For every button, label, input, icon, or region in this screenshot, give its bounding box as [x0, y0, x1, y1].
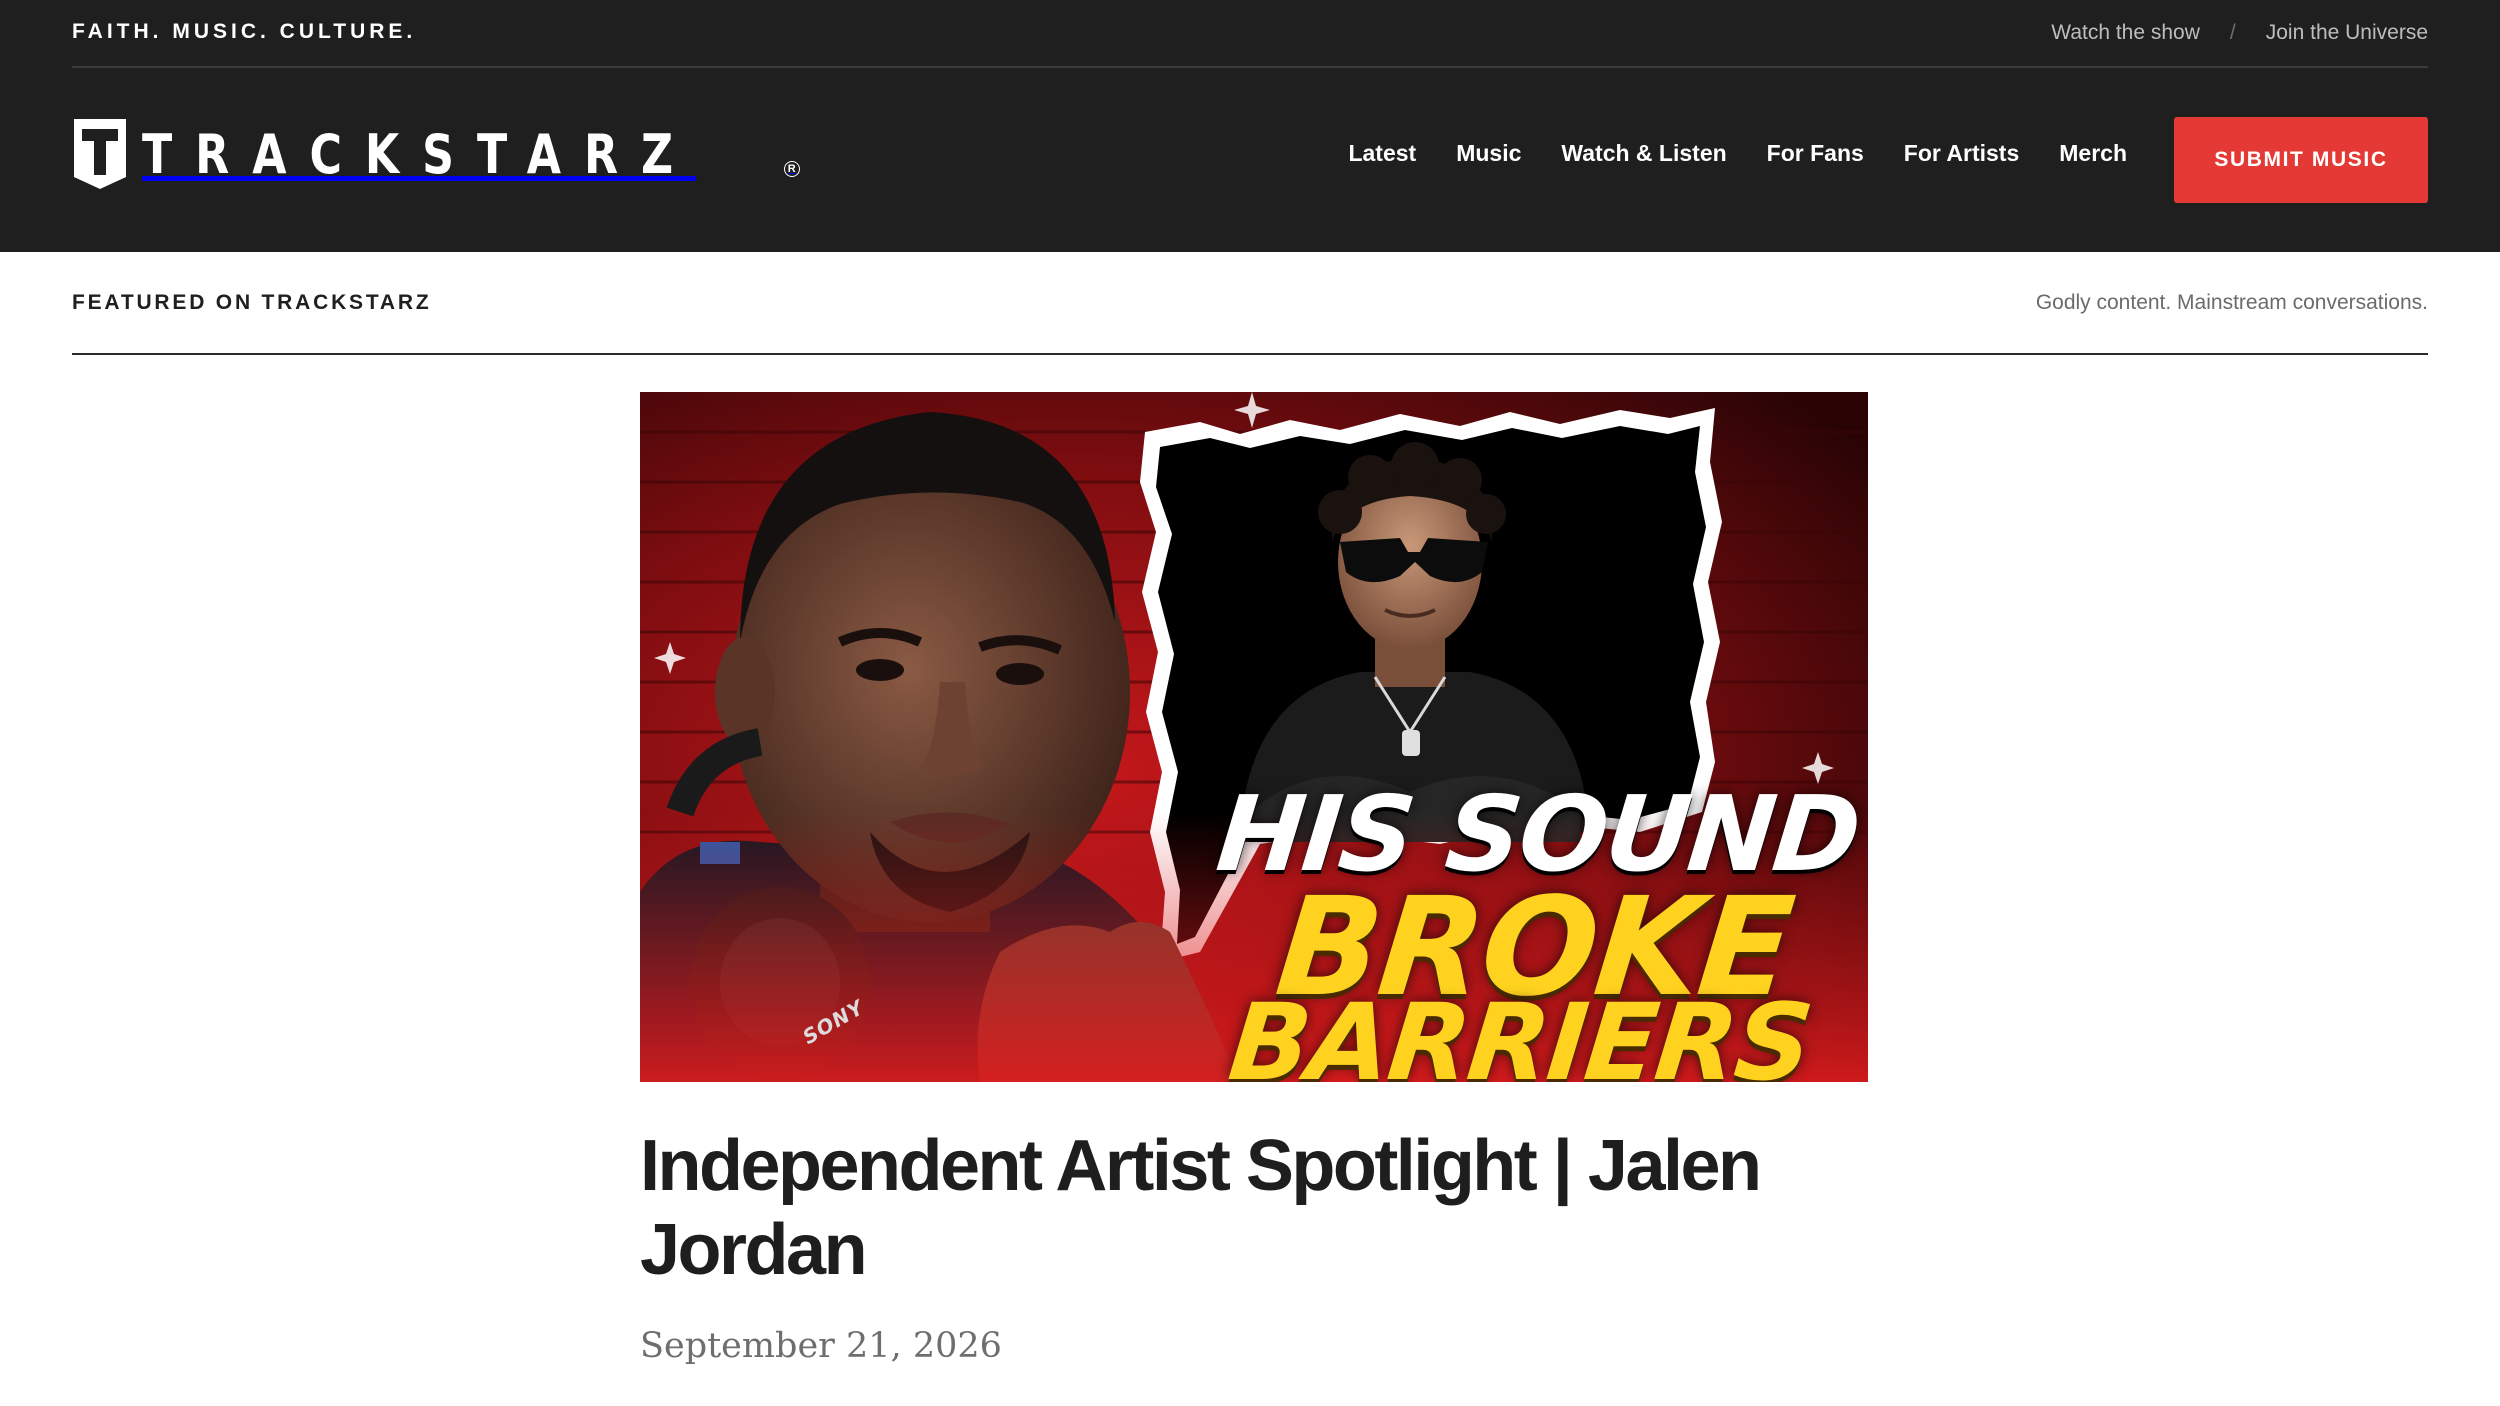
nav-watch-listen[interactable]: Watch & Listen	[1561, 140, 1726, 167]
nav-latest[interactable]: Latest	[1348, 140, 1416, 167]
watch-the-show-link[interactable]: Watch the show	[2051, 21, 2200, 45]
nav-for-fans[interactable]: For Fans	[1767, 140, 1864, 167]
hero-headline-line-3: BARRIERS	[1223, 981, 1817, 1082]
logo-wordmark: TRACKSTARZ	[142, 122, 697, 186]
nav-for-artists[interactable]: For Artists	[1904, 140, 2019, 167]
site-tagline: FAITH. MUSIC. CULTURE.	[72, 20, 417, 43]
featured-label: FEATURED ON TRACKSTARZ	[72, 291, 432, 314]
article-title: Independent Artist Spotlight | Jalen Jor…	[640, 1126, 1762, 1290]
main-nav: Latest Music Watch & Listen For Fans For…	[1308, 140, 2127, 167]
featured-divider	[72, 353, 2428, 355]
top-bar: FAITH. MUSIC. CULTURE. Watch the show / …	[72, 0, 2428, 68]
logo-t-shield-icon	[72, 117, 128, 191]
site-header: FAITH. MUSIC. CULTURE. Watch the show / …	[0, 0, 2500, 252]
submit-music-button[interactable]: SUBMIT MUSIC	[2174, 117, 2428, 203]
join-the-universe-link[interactable]: Join the Universe	[2266, 21, 2428, 45]
featured-tagline: Godly content. Mainstream conversations.	[2035, 291, 2428, 314]
nav-merch[interactable]: Merch	[2059, 140, 2127, 167]
trackstarz-logo[interactable]: TRACKSTARZ R	[72, 116, 800, 192]
hero-thumbnail[interactable]: SONY HIS SOUND BROKE BARRIERS	[640, 392, 1868, 1082]
top-links-separator: /	[2229, 21, 2236, 44]
article-date: September 21, 2026	[640, 1326, 1002, 1366]
nav-music[interactable]: Music	[1456, 140, 1521, 167]
top-links: Watch the show / Join the Universe	[2051, 21, 2428, 45]
registered-mark: R	[783, 161, 800, 177]
